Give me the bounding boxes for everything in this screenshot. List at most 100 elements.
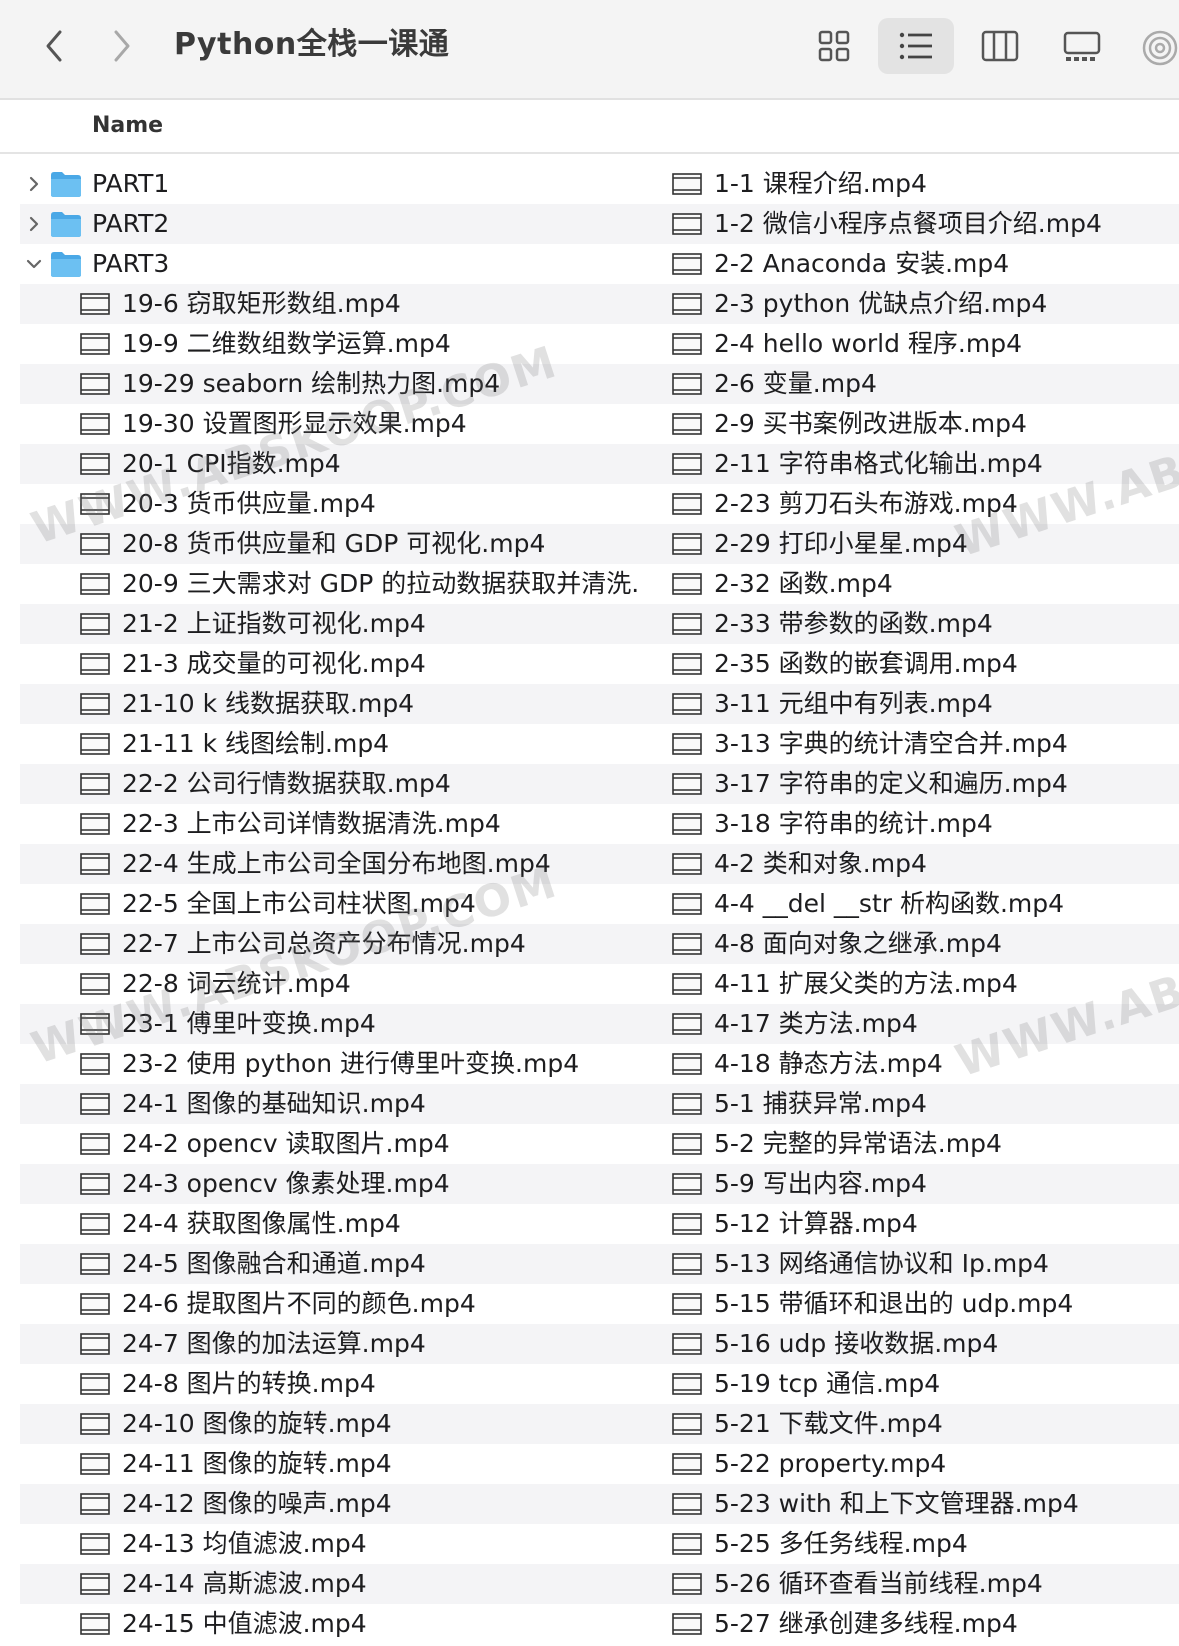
file-row[interactable]: 20-9 三大需求对 GDP 的拉动数据获取并清洗. xyxy=(0,564,646,604)
file-row[interactable]: 5-16 udp 接收数据.mp4 xyxy=(644,1324,1179,1364)
file-row[interactable]: 24-2 opencv 读取图片.mp4 xyxy=(0,1124,646,1164)
file-row[interactable]: 21-11 k 线图绘制.mp4 xyxy=(0,724,646,764)
file-row[interactable]: 19-29 seaborn 绘制热力图.mp4 xyxy=(20,364,646,404)
chevron-down-icon[interactable] xyxy=(24,254,44,274)
file-row[interactable]: 2-35 函数的嵌套调用.mp4 xyxy=(660,644,1179,684)
file-row[interactable]: 24-11 图像的旋转.mp4 xyxy=(0,1444,646,1484)
file-row[interactable]: 5-13 网络通信协议和 Ip.mp4 xyxy=(644,1244,1179,1284)
file-row[interactable]: 24-12 图像的噪声.mp4 xyxy=(20,1484,646,1524)
columns-icon xyxy=(981,30,1019,62)
file-row[interactable]: 5-26 循环查看当前线程.mp4 xyxy=(644,1564,1179,1604)
airdrop-button[interactable] xyxy=(1140,24,1179,72)
file-row[interactable]: 19-9 二维数组数学运算.mp4 xyxy=(0,324,646,364)
file-row[interactable]: 1-2 微信小程序点餐项目介绍.mp4 xyxy=(644,204,1179,244)
file-row[interactable]: 21-3 成交量的可视化.mp4 xyxy=(0,644,646,684)
file-name: 5-26 循环查看当前线程.mp4 xyxy=(714,1569,1043,1598)
video-file-icon xyxy=(672,533,702,555)
file-row[interactable]: 2-6 变量.mp4 xyxy=(644,364,1179,404)
file-row[interactable]: 24-14 高斯滤波.mp4 xyxy=(20,1564,646,1604)
file-row[interactable]: 24-3 opencv 像素处理.mp4 xyxy=(20,1164,646,1204)
file-row[interactable]: 4-8 面向对象之继承.mp4 xyxy=(644,924,1179,964)
file-row[interactable]: 22-2 公司行情数据获取.mp4 xyxy=(20,764,646,804)
file-row[interactable]: 19-6 窃取矩形数组.mp4 xyxy=(20,284,646,324)
video-file-icon xyxy=(80,1293,110,1315)
video-file-icon xyxy=(672,1573,702,1595)
name-column-header[interactable]: Name xyxy=(92,110,163,142)
file-row[interactable]: 2-11 字符串格式化输出.mp4 xyxy=(644,444,1179,484)
gallery-view-button[interactable] xyxy=(1044,18,1120,74)
file-row[interactable]: 23-2 使用 python 进行傅里叶变换.mp4 xyxy=(0,1044,646,1084)
video-file-icon xyxy=(80,1373,110,1395)
video-file-icon xyxy=(672,933,702,955)
file-row[interactable]: 22-8 词云统计.mp4 xyxy=(0,964,646,1004)
file-row[interactable]: 5-9 写出内容.mp4 xyxy=(644,1164,1179,1204)
file-row[interactable]: 24-6 提取图片不同的颜色.mp4 xyxy=(0,1284,646,1324)
icon-view-button[interactable] xyxy=(796,18,872,74)
file-name: 5-13 网络通信协议和 Ip.mp4 xyxy=(714,1249,1049,1278)
file-row[interactable]: 22-7 上市公司总资产分布情况.mp4 xyxy=(20,924,646,964)
file-row[interactable]: 4-11 扩展父类的方法.mp4 xyxy=(660,964,1179,1004)
file-row[interactable]: 21-10 k 线数据获取.mp4 xyxy=(20,684,646,724)
file-name: 5-23 with 和上下文管理器.mp4 xyxy=(714,1489,1079,1518)
file-row[interactable]: 24-15 中值滤波.mp4 xyxy=(0,1604,646,1644)
file-row[interactable]: 24-1 图像的基础知识.mp4 xyxy=(20,1084,646,1124)
file-row[interactable]: 24-10 图像的旋转.mp4 xyxy=(20,1404,646,1444)
file-row[interactable]: 19-30 设置图形显示效果.mp4 xyxy=(0,404,646,444)
file-row[interactable]: 2-29 打印小星星.mp4 xyxy=(644,524,1179,564)
video-file-icon xyxy=(672,733,702,755)
file-row[interactable]: 2-23 剪刀石头布游戏.mp4 xyxy=(660,484,1179,524)
file-row[interactable]: 4-2 类和对象.mp4 xyxy=(644,844,1179,884)
file-row[interactable]: 24-8 图片的转换.mp4 xyxy=(0,1364,646,1404)
file-row[interactable]: 2-3 python 优缺点介绍.mp4 xyxy=(644,284,1179,324)
file-row[interactable]: 22-5 全国上市公司柱状图.mp4 xyxy=(0,884,646,924)
file-row[interactable]: 2-4 hello world 程序.mp4 xyxy=(660,324,1179,364)
file-row[interactable]: 5-21 下载文件.mp4 xyxy=(644,1404,1179,1444)
back-button[interactable] xyxy=(32,20,76,72)
file-row[interactable]: 5-25 多任务线程.mp4 xyxy=(660,1524,1179,1564)
file-row[interactable]: 3-17 字符串的定义和遍历.mp4 xyxy=(644,764,1179,804)
file-row[interactable]: 5-1 捕获异常.mp4 xyxy=(644,1084,1179,1124)
file-row[interactable]: 5-19 tcp 通信.mp4 xyxy=(660,1364,1179,1404)
folder-row[interactable]: PART2 xyxy=(20,204,646,244)
file-row[interactable]: 21-2 上证指数可视化.mp4 xyxy=(20,604,646,644)
folder-row[interactable]: PART1 xyxy=(0,164,646,204)
file-row[interactable]: 3-13 字典的统计清空合并.mp4 xyxy=(660,724,1179,764)
folder-row[interactable]: PART3 xyxy=(0,244,646,284)
file-name: 24-11 图像的旋转.mp4 xyxy=(122,1449,392,1478)
file-row[interactable]: 5-27 继承创建多线程.mp4 xyxy=(660,1604,1179,1644)
file-row[interactable]: 3-18 字符串的统计.mp4 xyxy=(660,804,1179,844)
file-row[interactable]: 5-23 with 和上下文管理器.mp4 xyxy=(644,1484,1179,1524)
file-row[interactable]: 2-33 带参数的函数.mp4 xyxy=(644,604,1179,644)
file-row[interactable]: 23-1 傅里叶变换.mp4 xyxy=(20,1004,646,1044)
file-name: 24-14 高斯滤波.mp4 xyxy=(122,1569,367,1598)
file-row[interactable]: 24-13 均值滤波.mp4 xyxy=(0,1524,646,1564)
file-row[interactable]: 24-5 图像融合和通道.mp4 xyxy=(20,1244,646,1284)
file-row[interactable]: 24-7 图像的加法运算.mp4 xyxy=(20,1324,646,1364)
file-row[interactable]: 24-4 获取图像属性.mp4 xyxy=(0,1204,646,1244)
file-row[interactable]: 4-18 静态方法.mp4 xyxy=(660,1044,1179,1084)
file-row[interactable]: 4-4 __del __str 析构函数.mp4 xyxy=(660,884,1179,924)
file-row[interactable]: 22-3 上市公司详情数据清洗.mp4 xyxy=(0,804,646,844)
column-view-button[interactable] xyxy=(962,18,1038,74)
file-name: 20-9 三大需求对 GDP 的拉动数据获取并清洗. xyxy=(122,569,640,598)
file-row[interactable]: 20-1 CPI指数.mp4 xyxy=(20,444,646,484)
file-row[interactable]: 2-32 函数.mp4 xyxy=(660,564,1179,604)
file-row[interactable]: 22-4 生成上市公司全国分布地图.mp4 xyxy=(20,844,646,884)
file-row[interactable]: 20-8 货币供应量和 GDP 可视化.mp4 xyxy=(20,524,646,564)
chevron-right-icon[interactable] xyxy=(24,174,44,194)
file-row[interactable]: 2-2 Anaconda 安装.mp4 xyxy=(660,244,1179,284)
file-row[interactable]: 5-15 带循环和退出的 udp.mp4 xyxy=(660,1284,1179,1324)
file-row[interactable]: 4-17 类方法.mp4 xyxy=(644,1004,1179,1044)
file-row[interactable]: 20-3 货币供应量.mp4 xyxy=(0,484,646,524)
chevron-right-icon[interactable] xyxy=(24,214,44,234)
video-file-icon xyxy=(672,1293,702,1315)
file-row[interactable]: 1-1 课程介绍.mp4 xyxy=(660,164,1179,204)
file-row[interactable]: 2-9 买书案例改进版本.mp4 xyxy=(660,404,1179,444)
list-view-button[interactable] xyxy=(878,18,954,74)
file-row[interactable]: 5-2 完整的异常语法.mp4 xyxy=(660,1124,1179,1164)
file-row[interactable]: 5-22 property.mp4 xyxy=(660,1444,1179,1484)
file-row[interactable]: 3-11 元组中有列表.mp4 xyxy=(644,684,1179,724)
forward-button[interactable] xyxy=(100,20,144,72)
finder-toolbar: Python全栈一课通 xyxy=(0,0,1179,100)
file-row[interactable]: 5-12 计算器.mp4 xyxy=(660,1204,1179,1244)
